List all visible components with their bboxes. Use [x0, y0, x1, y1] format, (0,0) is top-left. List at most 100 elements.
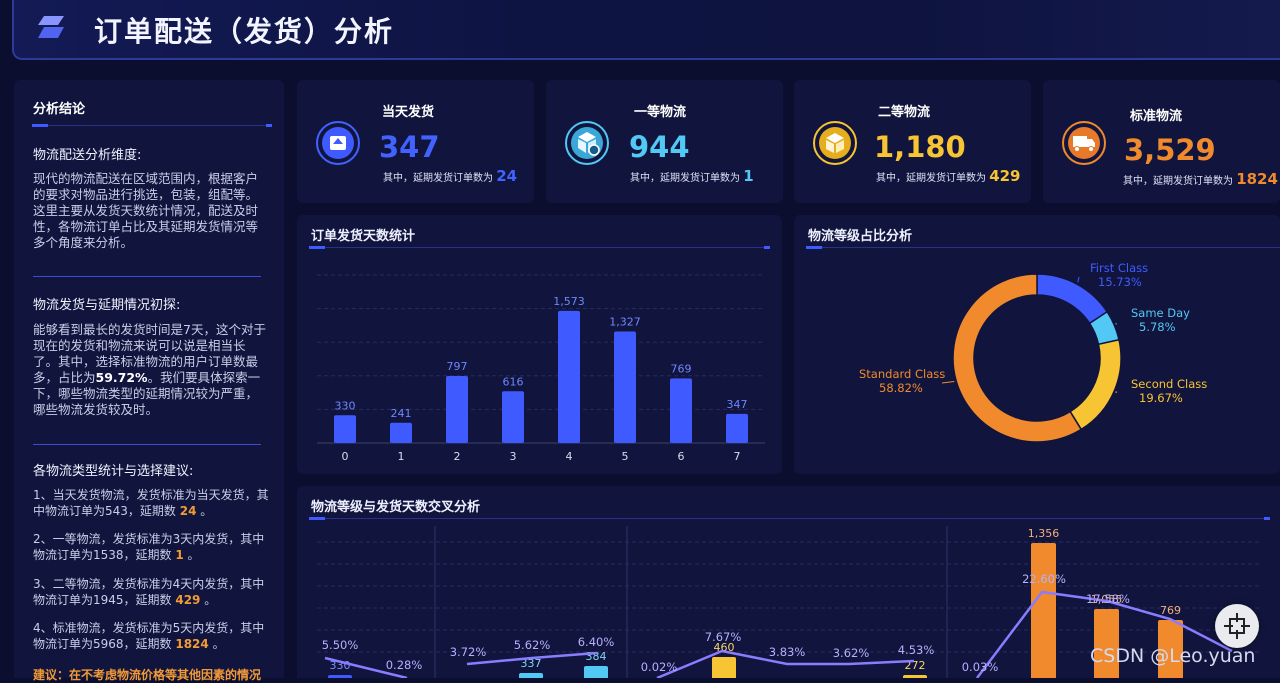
panel-title: 分析结论 — [33, 98, 85, 117]
section-body-dimension: 现代的物流配送在区域范围内，根据客户的要求对物品进行挑选，包装，组配等。这里主要… — [33, 171, 268, 251]
kpi-card-second-class: 二等物流 1,180 其中，延期发货订单数为 429 — [794, 80, 1031, 203]
standard-share-pct: 59.72% — [96, 370, 148, 385]
x-tick-label: 7 — [734, 450, 741, 463]
class-share-donut-chart: First Class15.73% Same Day5.78% Second Cla… — [794, 215, 1280, 474]
bar[interactable] — [502, 391, 524, 443]
bar-value-label: 1,327 — [609, 316, 641, 329]
line-value-label: 17.58% — [1086, 592, 1130, 606]
kpi-label: 标准物流 — [1130, 105, 1182, 124]
slice-pct-label: 19.67% — [1139, 391, 1183, 405]
donut-slice[interactable] — [1070, 340, 1121, 430]
section-head-delay: 物流发货与延期情况初探: — [33, 294, 180, 313]
slice-label: Same Day — [1131, 306, 1190, 320]
leader-line — [1078, 277, 1079, 282]
line-value-label: 6.40% — [578, 635, 615, 649]
bar[interactable] — [726, 414, 748, 443]
x-tick-label: 6 — [678, 450, 685, 463]
x-tick-label: 3 — [510, 450, 517, 463]
slice-pct-label: 58.82% — [879, 381, 923, 395]
line-value-label: 4.53% — [898, 643, 935, 657]
line-value-label: 3.62% — [833, 646, 870, 660]
bar[interactable] — [390, 423, 412, 443]
crosshair-icon — [1215, 604, 1259, 648]
package-clock-icon — [564, 120, 610, 166]
page-title: 订单配送（发货）分析 — [94, 10, 394, 50]
kpi-card-standard: 标准物流 3,529 其中，延期发货订单数为 1824 — [1043, 80, 1280, 203]
bar-value-label: 1,573 — [553, 295, 585, 308]
recommend-item: 4、标准物流，发货标准为5天内发货，其中物流订单为5968，延期数 1824 。 — [33, 620, 273, 652]
kpi-label: 一等物流 — [634, 101, 686, 120]
bar[interactable] — [712, 657, 736, 678]
title-underline — [32, 125, 272, 126]
watermark: CSDN @Leo.yuan — [1090, 645, 1255, 667]
box-icon — [812, 120, 858, 166]
bar[interactable] — [1094, 609, 1119, 678]
bar[interactable] — [558, 311, 580, 443]
line-value-label: 0.28% — [386, 658, 423, 672]
kpi-card-same-day: 当天发货 347 其中，延期发货订单数为 24 — [297, 80, 534, 203]
section-head-recommend: 各物流类型统计与选择建议: — [33, 460, 193, 479]
bar-value-label: 241 — [391, 407, 412, 420]
bar[interactable] — [584, 666, 608, 678]
analysis-conclusion-panel: 分析结论 物流配送分析维度: 现代的物流配送在区域范围内，根据客户的要求对物品进… — [14, 80, 284, 678]
x-tick-label: 5 — [622, 450, 629, 463]
shipping-days-bar-chart: 330 0 241 1 797 2 616 3 1,573 4 1,327 5 769 6 347 7 — [297, 215, 782, 474]
line-value-label: 5.50% — [322, 638, 359, 652]
truck-icon — [1061, 120, 1107, 166]
x-tick-label: 1 — [398, 450, 405, 463]
kpi-sub: 其中，延期发货订单数为 1824 — [1123, 170, 1278, 188]
line-value-label: 7.67% — [705, 630, 742, 644]
slice-label: First Class — [1090, 261, 1148, 275]
bar-value-label: 797 — [447, 360, 468, 373]
section-divider — [33, 276, 261, 277]
bar[interactable] — [446, 376, 468, 443]
bar[interactable] — [614, 332, 636, 443]
kpi-card-first-class: 一等物流 944 其中，延期发货订单数为 1 — [546, 80, 783, 203]
x-tick-label: 0 — [342, 450, 349, 463]
slice-pct-label: 5.78% — [1139, 320, 1176, 334]
line-value-label: 5.62% — [514, 638, 551, 652]
recommend-item: 2、一等物流，发货标准为3天内发货，其中物流订单为1538，延期数 1 。 — [33, 531, 273, 563]
bar-value-label: 330 — [335, 399, 356, 412]
x-tick-label: 2 — [454, 450, 461, 463]
line-value-label: 0.02% — [641, 660, 678, 674]
line-value-label: 3.72% — [450, 645, 487, 659]
section-divider — [33, 444, 261, 445]
header-bar: 订单配送（发货）分析 — [12, 0, 1280, 60]
donut-slice[interactable] — [1037, 274, 1107, 323]
bar[interactable] — [1031, 543, 1056, 678]
bar-value-label: 769 — [1160, 604, 1181, 617]
suggestion-text: 建议：在不考虑物流价格等其他因素的情况 — [33, 666, 261, 683]
kpi-label: 当天发货 — [382, 101, 434, 120]
class-share-panel: 物流等级占比分析 First Class15.73%Same Day5.78%S… — [794, 215, 1280, 474]
recommend-item: 3、二等物流，发货标准为4天内发货，其中物流订单为1945，延期数 429 。 — [33, 576, 273, 608]
kpi-sub: 其中，延期发货订单数为 24 — [383, 167, 517, 185]
layers-logo-icon — [36, 14, 66, 40]
kpi-value: 1,180 — [874, 130, 966, 164]
kpi-sub: 其中，延期发货订单数为 1 — [630, 167, 754, 185]
kpi-value: 347 — [379, 130, 440, 164]
bar-value-label: 616 — [503, 375, 524, 388]
slice-label: Second Class — [1131, 377, 1207, 391]
bar-value-label: 769 — [671, 362, 692, 375]
section-head-dimension: 物流配送分析维度: — [33, 144, 141, 163]
bar[interactable] — [519, 673, 543, 678]
line-value-label: 0.03% — [962, 660, 999, 674]
x-tick-label: 4 — [566, 450, 573, 463]
bar[interactable] — [334, 415, 356, 443]
kpi-label: 二等物流 — [878, 101, 930, 120]
kpi-value: 3,529 — [1124, 133, 1216, 167]
bar-value-label: 347 — [727, 398, 748, 411]
slice-pct-label: 15.73% — [1098, 275, 1142, 289]
kpi-sub: 其中，延期发货订单数为 429 — [876, 167, 1021, 185]
slice-label: Standard Class — [859, 367, 945, 381]
bar[interactable] — [670, 378, 692, 443]
line-value-label: 22.60% — [1022, 572, 1066, 586]
section-body-delay: 能够看到最长的发货时间是7天，这个对于现在的发货和物流来说可以说是相当长了。其中… — [33, 322, 268, 418]
kpi-value: 944 — [629, 130, 690, 164]
leader-line — [942, 382, 954, 383]
inbox-upload-icon — [315, 120, 361, 166]
crosshair-button[interactable] — [1215, 604, 1259, 648]
line-value-label: 3.83% — [769, 645, 806, 659]
bar-value-label: 1,356 — [1028, 527, 1060, 540]
